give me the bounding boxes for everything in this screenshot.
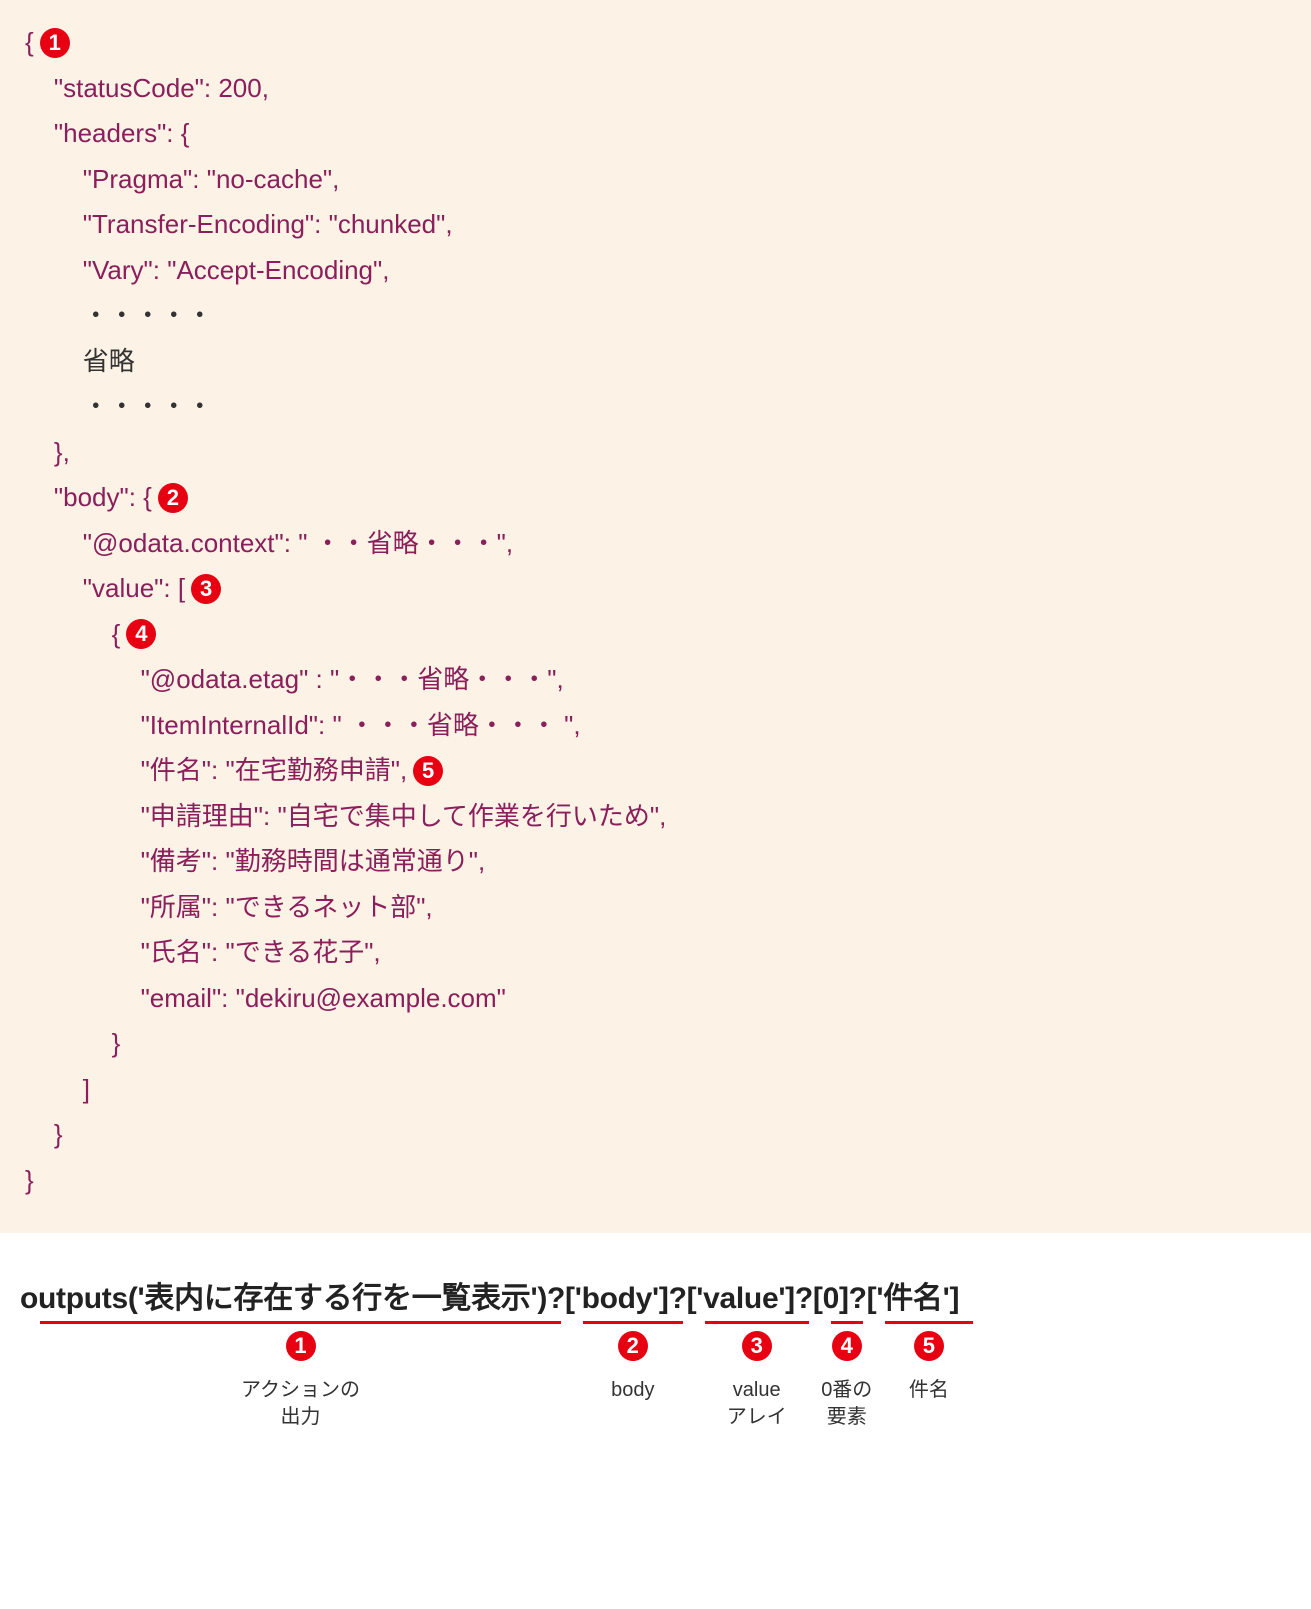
code-line: "申請理由": "自宅で集中して作業を行いため", [25,794,1286,840]
expr-badge-1: 1 [286,1331,316,1361]
badge-2: 2 [158,483,188,513]
expr-part-outputs: outputs('表内に存在する行を一覧表示') [20,1282,547,1315]
code-text: "@odata.etag" : "・・・省略・・・", [25,657,564,703]
code-text: ] [25,1067,90,1113]
expr-badge-5: 5 [914,1331,944,1361]
code-line: } [25,1158,1286,1204]
expr-part-field: ?['件名'] [849,1282,959,1315]
code-line: "value": [3 [25,566,1286,612]
code-line: ] [25,1067,1286,1113]
code-text: "ItemInternalId": " ・・・省略・・・ ", [25,703,581,749]
code-text: { [25,20,34,66]
lbl-text: 0番の [821,1379,872,1401]
expr-label-row: アクションの出力 body value アレイ 0番の要素 件名 [20,1377,1291,1437]
code-text: "email": "dekiru@example.com" [25,976,506,1022]
badge-5: 5 [413,756,443,786]
code-line: "body": {2 [25,475,1286,521]
code-line: "Pragma": "no-cache", [25,157,1286,203]
expression-text: outputs('表内に存在する行を一覧表示')?['body']?['valu… [20,1273,1291,1317]
code-text: ・・・・・ [25,384,213,430]
underline-row [20,1321,1291,1325]
code-text: } [25,1021,120,1067]
expr-label-2: body [611,1377,654,1404]
code-text: { [25,612,120,658]
code-line: }, [25,430,1286,476]
code-text: "Transfer-Encoding": "chunked", [25,202,453,248]
expression-section: outputs('表内に存在する行を一覧表示')?['body']?['valu… [0,1233,1311,1457]
code-text: "備考": "勤務時間は通常通り", [25,839,485,885]
code-line-omit: 省略 [25,339,1286,385]
lbl-text: 件名 [909,1379,949,1401]
underline-1 [40,1321,561,1324]
lbl-text: アレイ [727,1406,787,1428]
lbl-text: value [733,1379,781,1401]
code-line: {4 [25,612,1286,658]
code-line: "statusCode": 200, [25,66,1286,112]
badge-4: 4 [126,619,156,649]
code-text: "Pragma": "no-cache", [25,157,339,203]
json-code-block: {1 "statusCode": 200, "headers": { "Prag… [0,0,1311,1233]
code-line: "所属": "できるネット部", [25,885,1286,931]
underline-4 [831,1321,863,1324]
code-line: {1 [25,20,1286,66]
expr-badge-4: 4 [832,1331,862,1361]
code-line: "Vary": "Accept-Encoding", [25,248,1286,294]
code-line: } [25,1021,1286,1067]
code-line: "Transfer-Encoding": "chunked", [25,202,1286,248]
expr-badge-row: 1 2 3 4 5 [20,1331,1291,1371]
code-line: "備考": "勤務時間は通常通り", [25,839,1286,885]
code-text: "value": [ [25,566,185,612]
underline-2 [583,1321,683,1324]
code-text: "申請理由": "自宅で集中して作業を行いため", [25,794,666,840]
code-text: ・・・・・ [25,293,213,339]
code-text: "所属": "できるネット部", [25,885,433,931]
code-text: "headers": { [25,111,189,157]
code-line: "氏名": "できる花子", [25,930,1286,976]
code-text: "body": { [25,475,152,521]
code-line-ellipsis: ・・・・・ [25,384,1286,430]
code-line: "headers": { [25,111,1286,157]
underline-5 [885,1321,973,1324]
code-line: "@odata.etag" : "・・・省略・・・", [25,657,1286,703]
code-line-ellipsis: ・・・・・ [25,293,1286,339]
code-line: "@odata.context": " ・・省略・・・", [25,521,1286,567]
lbl-text: 出力 [281,1406,321,1428]
underline-3 [705,1321,809,1324]
code-text: "statusCode": 200, [25,66,269,112]
badge-3: 3 [191,574,221,604]
code-text: 省略 [25,339,135,385]
code-text: "氏名": "できる花子", [25,930,381,976]
expr-part-body: ?['body'] [547,1282,669,1315]
code-line: "ItemInternalId": " ・・・省略・・・ ", [25,703,1286,749]
code-text: } [25,1158,34,1204]
badge-1: 1 [40,28,70,58]
code-line: "email": "dekiru@example.com" [25,976,1286,1022]
expr-part-value: ?['value'] [669,1282,795,1315]
expr-badge-2: 2 [618,1331,648,1361]
lbl-text: body [611,1379,654,1401]
code-line: "件名": "在宅勤務申請",5 [25,748,1286,794]
code-text: "Vary": "Accept-Encoding", [25,248,389,294]
code-line: } [25,1112,1286,1158]
expr-label-4: 0番の要素 [821,1377,872,1431]
expr-label-5: 件名 [909,1377,949,1404]
expr-label-1: アクションの出力 [241,1377,360,1431]
lbl-text: アクションの [241,1379,360,1401]
code-text: "@odata.context": " ・・省略・・・", [25,521,513,567]
expr-part-index: ?[0] [795,1282,849,1315]
code-text: } [25,1112,63,1158]
code-text: "件名": "在宅勤務申請", [25,748,407,794]
expr-label-3: value アレイ [727,1377,787,1431]
code-text: }, [25,430,70,476]
lbl-text: 要素 [827,1406,867,1428]
expr-badge-3: 3 [742,1331,772,1361]
